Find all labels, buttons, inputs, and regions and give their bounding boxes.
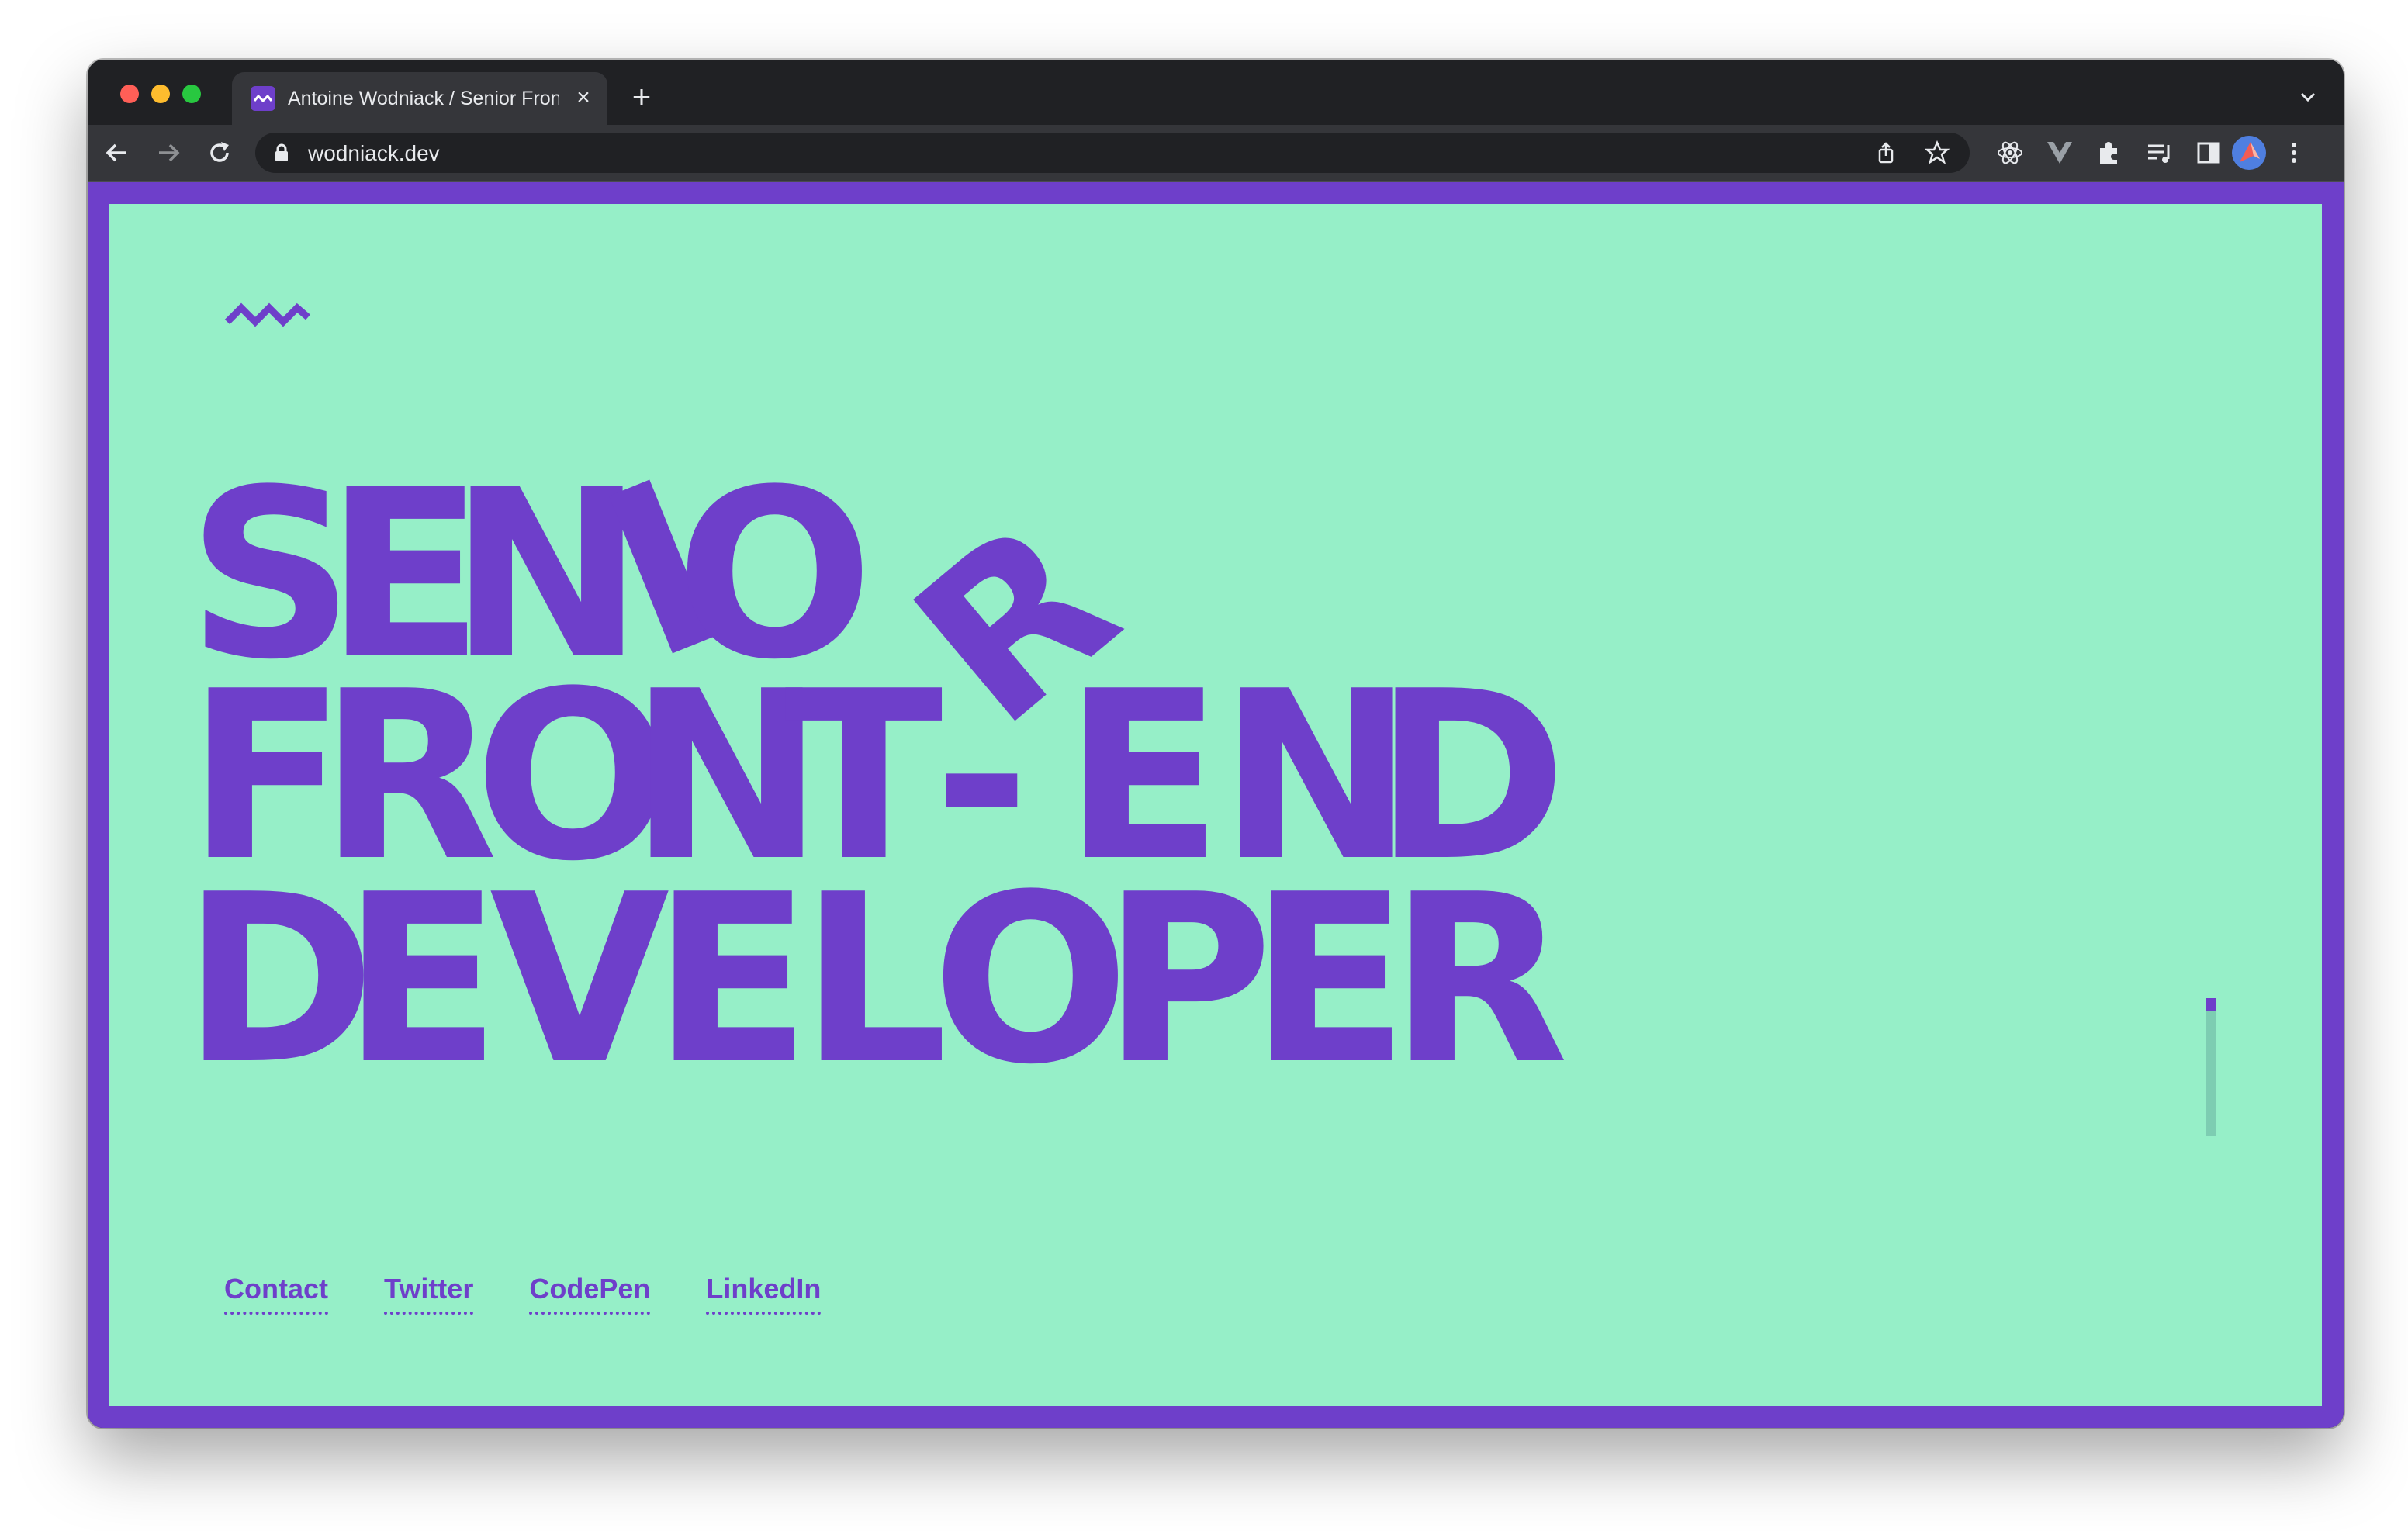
close-window-button[interactable]	[120, 85, 139, 103]
vue-devtools-icon[interactable]	[2046, 139, 2074, 167]
hero-line-developer: D E V E L O P E R	[182, 845, 1569, 1115]
react-devtools-icon[interactable]	[1996, 139, 2024, 167]
extensions-puzzle-icon[interactable]	[2095, 139, 2123, 167]
back-arrow-icon[interactable]	[100, 136, 134, 170]
zigzag-logo-icon[interactable]	[224, 299, 311, 330]
tab-strip: Antoine Wodniack / Senior Frontend Devel…	[88, 60, 2344, 125]
scroll-indicator[interactable]	[2206, 998, 2216, 1136]
media-playlist-icon[interactable]	[2145, 139, 2173, 167]
zigzag-favicon-icon	[251, 86, 275, 111]
forward-arrow-icon[interactable]	[151, 136, 185, 170]
hero-letter: E	[1250, 845, 1409, 1074]
hero-heading: S E N I O R F R O N T - E N D D E V E L …	[182, 429, 1583, 1115]
browser-window: Antoine Wodniack / Senior Frontend Devel…	[88, 60, 2344, 1428]
hero-letter: L	[800, 845, 948, 1074]
active-tab[interactable]: Antoine Wodniack / Senior Frontend Devel…	[232, 72, 607, 125]
share-icon[interactable]	[1873, 140, 1898, 165]
minimize-window-button[interactable]	[151, 85, 170, 103]
codepen-link[interactable]: CodePen	[529, 1273, 651, 1315]
contact-link[interactable]: Contact	[224, 1273, 328, 1315]
hero-letter: O	[932, 845, 1130, 1074]
chevron-down-icon[interactable]	[2294, 83, 2322, 111]
hero-letter: E	[652, 845, 811, 1074]
linkedin-link[interactable]: LinkedIn	[706, 1273, 822, 1315]
lock-icon	[275, 143, 288, 161]
scroll-indicator-thumb[interactable]	[2206, 998, 2216, 1011]
bookmark-star-icon[interactable]	[1925, 140, 1950, 165]
reload-icon[interactable]	[202, 136, 237, 170]
close-tab-icon[interactable]: ×	[570, 85, 597, 111]
social-links: Contact Twitter CodePen LinkedIn	[224, 1273, 822, 1315]
new-tab-button[interactable]: +	[624, 80, 659, 114]
address-bar[interactable]: wodniack.dev	[255, 133, 1970, 173]
hero-letter: V	[490, 845, 671, 1074]
hero-letter: E	[342, 845, 501, 1074]
browser-toolbar: wodniack.dev	[88, 125, 2344, 182]
url-text: wodniack.dev	[308, 141, 440, 165]
page-frame: S E N I O R F R O N T - E N D D E V E L …	[88, 182, 2344, 1428]
maximize-window-button[interactable]	[182, 85, 201, 103]
profile-avatar[interactable]	[2232, 136, 2266, 170]
page-content: S E N I O R F R O N T - E N D D E V E L …	[109, 204, 2322, 1406]
more-options-icon[interactable]	[2280, 139, 2308, 167]
tab-title: Antoine Wodniack / Senior Frontend Devel…	[288, 88, 559, 109]
twitter-link[interactable]: Twitter	[384, 1273, 474, 1315]
hero-letter: R	[1389, 845, 1569, 1074]
side-panel-icon[interactable]	[2195, 139, 2223, 167]
hero-letter: P	[1102, 845, 1273, 1074]
